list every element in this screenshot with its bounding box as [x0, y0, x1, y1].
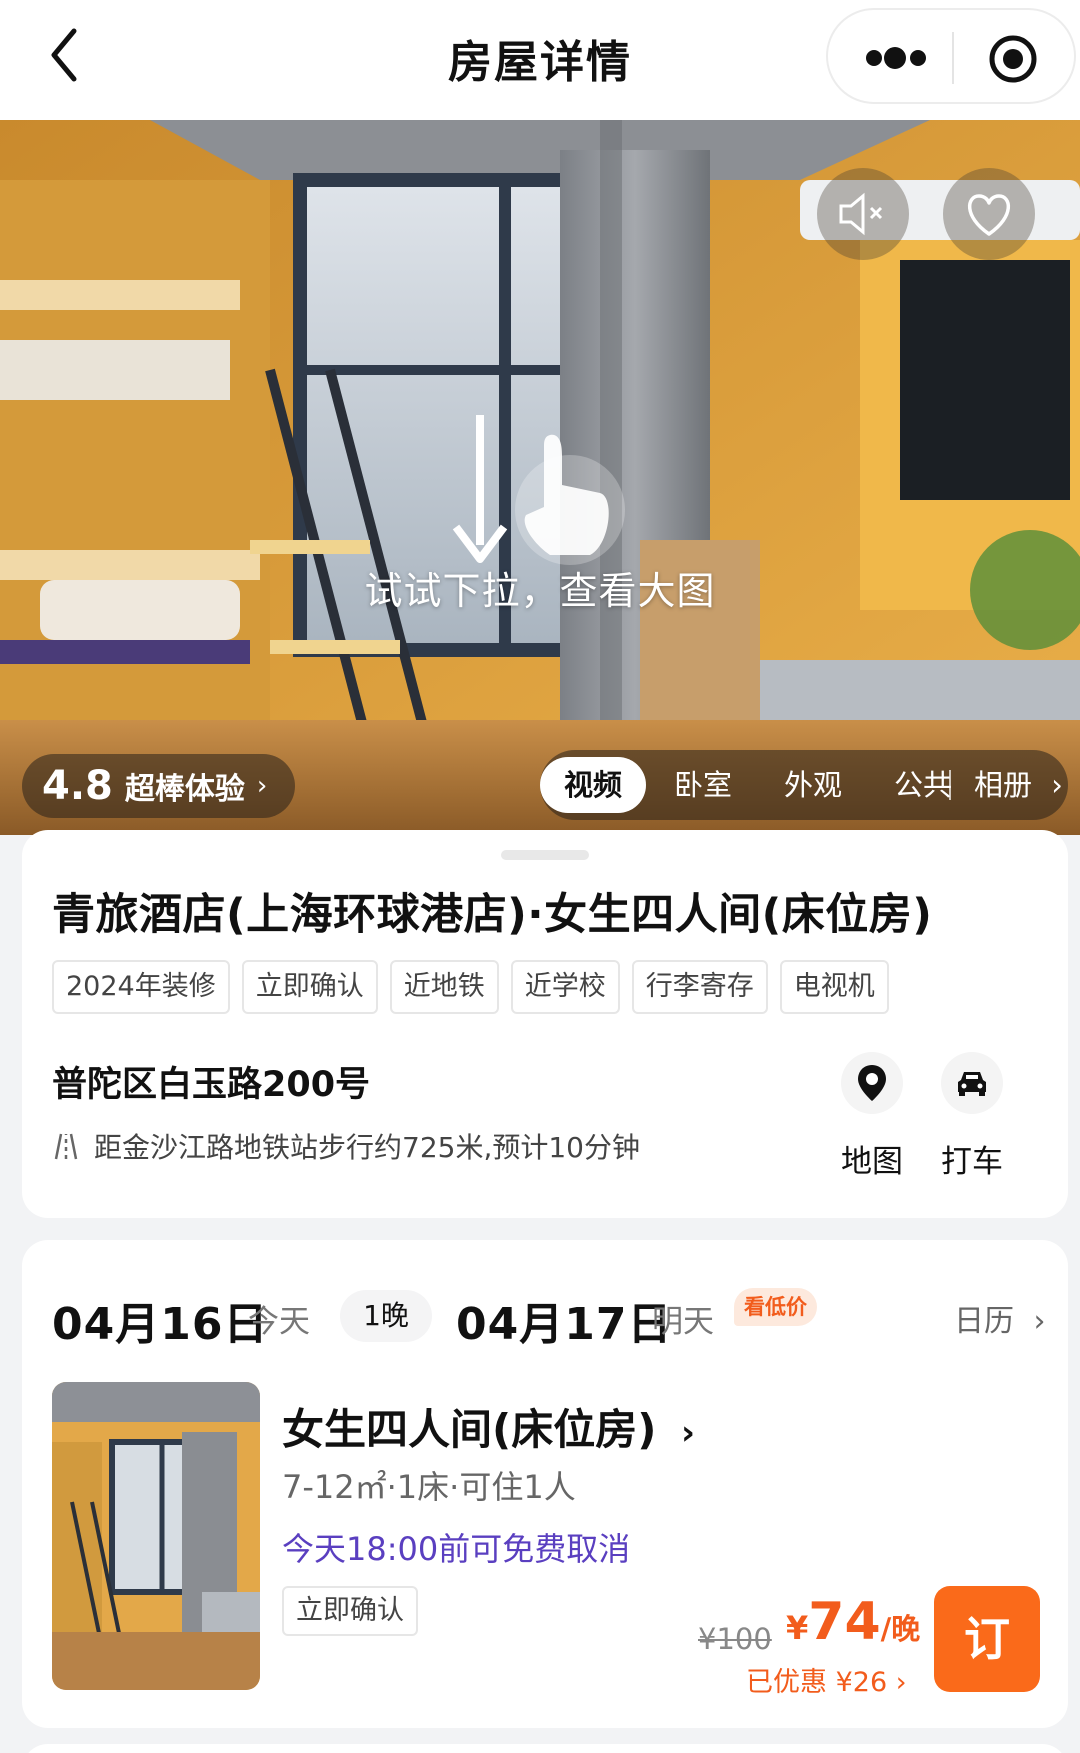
- next-card-peek: [22, 1744, 1068, 1753]
- feature-tag: 近学校: [510, 960, 620, 1014]
- original-price: ¥100: [698, 1622, 772, 1656]
- hotel-info-card: 青旅酒店(上海环球港店)·女生四人间(床位房) 2024年装修 立即确认 近地铁…: [22, 830, 1068, 1218]
- checkout-date[interactable]: 04月17日: [456, 1288, 672, 1352]
- price-amount: 74: [808, 1592, 881, 1652]
- tab-public[interactable]: 公共: [894, 750, 952, 820]
- calendar-label: 日历: [954, 1304, 1014, 1339]
- target-icon[interactable]: [988, 34, 1038, 84]
- hotel-name: 青旅酒店(上海环球港店)·女生四人间(床位房): [52, 890, 933, 940]
- feature-tag: 近地铁: [389, 960, 499, 1014]
- feature-tag: 2024年装修: [52, 960, 230, 1014]
- feature-tag: 行李寄存: [631, 960, 768, 1014]
- booking-card: 04月16日 今天 1晚 04月17日 明天 看低价 日历 › 女生四人间(床位…: [22, 1240, 1068, 1728]
- tab-bedroom[interactable]: 卧室: [674, 750, 732, 820]
- album-button[interactable]: 相册 ›: [974, 750, 1063, 820]
- current-price: ¥74/晚: [786, 1592, 920, 1652]
- mute-button[interactable]: [817, 168, 909, 260]
- rating-pill[interactable]: 4.8 超棒体验 ›: [22, 754, 296, 818]
- chevron-right-icon: ›: [256, 771, 268, 801]
- map-label: 地图: [841, 1144, 903, 1180]
- checkin-day: 今天: [248, 1304, 310, 1340]
- feature-tags: 2024年装修 立即确认 近地铁 近学校 行李寄存 电视机: [52, 960, 889, 1014]
- mute-icon: [839, 192, 883, 236]
- room-name-text: 女生四人间(床位房): [282, 1405, 657, 1454]
- more-dots-icon[interactable]: [862, 40, 952, 76]
- instant-confirm-tag: 立即确认: [282, 1586, 418, 1636]
- chevron-right-icon: ›: [1051, 768, 1063, 802]
- hotel-address[interactable]: 普陀区白玉路200号: [52, 1056, 370, 1107]
- metro-info: 距金沙江路地铁站步行约725米,预计10分钟: [52, 1126, 640, 1166]
- map-button[interactable]: 地图: [827, 1052, 917, 1181]
- drag-handle[interactable]: [501, 850, 589, 860]
- capsule-divider: [952, 32, 954, 84]
- walking-route-icon: [54, 1133, 78, 1160]
- hero-media[interactable]: 试试下拉，查看大图 4.8 超棒体验 › 视频 卧室 外观 公共 相册 ›: [0, 120, 1080, 835]
- feature-tag: 立即确认: [241, 960, 378, 1014]
- tab-exterior[interactable]: 外观: [784, 750, 842, 820]
- checkin-date[interactable]: 04月16日: [52, 1288, 268, 1352]
- room-thumbnail[interactable]: [52, 1382, 260, 1690]
- checkout-day: 明天: [652, 1304, 714, 1340]
- taxi-label: 打车: [941, 1144, 1003, 1180]
- calendar-button[interactable]: 日历 ›: [954, 1296, 1046, 1340]
- heart-icon: [967, 194, 1011, 236]
- price-currency: ¥: [786, 1609, 809, 1647]
- tab-video[interactable]: 视频: [540, 757, 647, 813]
- price-unit: /晚: [880, 1612, 921, 1646]
- mini-program-capsule: [826, 8, 1076, 104]
- album-label: 相册: [974, 768, 1033, 802]
- low-price-badge: 看低价: [734, 1288, 817, 1326]
- room-name[interactable]: 女生四人间(床位房) ›: [282, 1396, 695, 1457]
- media-tabs: 视频 卧室 外观 公共 相册 ›: [540, 750, 1068, 820]
- swipe-tip: 试试下拉，查看大图: [364, 569, 716, 613]
- metro-distance-text: 距金沙江路地铁站步行约725米,预计10分钟: [94, 1131, 640, 1164]
- location-pin-icon: [841, 1052, 903, 1114]
- album-divider: [949, 770, 951, 800]
- car-icon: [941, 1052, 1003, 1114]
- book-button[interactable]: 订: [934, 1586, 1040, 1692]
- chevron-right-icon: ›: [681, 1413, 696, 1453]
- rating-label: 超棒体验: [124, 772, 245, 807]
- nights-badge: 1晚: [340, 1290, 432, 1342]
- chevron-right-icon: ›: [1033, 1304, 1046, 1339]
- cancel-policy: 今天18:00前可免费取消: [282, 1530, 631, 1568]
- feature-tag: 电视机: [779, 960, 889, 1014]
- favorite-button[interactable]: [943, 168, 1035, 260]
- top-nav-bar: 房屋详情: [0, 0, 1080, 120]
- discount-link[interactable]: 已优惠 ¥26 ›: [746, 1660, 907, 1699]
- taxi-button[interactable]: 打车: [927, 1052, 1017, 1181]
- room-spec: 7-12㎡·1床·可住1人: [282, 1468, 576, 1506]
- swipe-down-hand-icon: [452, 415, 625, 565]
- rating-score: 4.8: [42, 763, 113, 809]
